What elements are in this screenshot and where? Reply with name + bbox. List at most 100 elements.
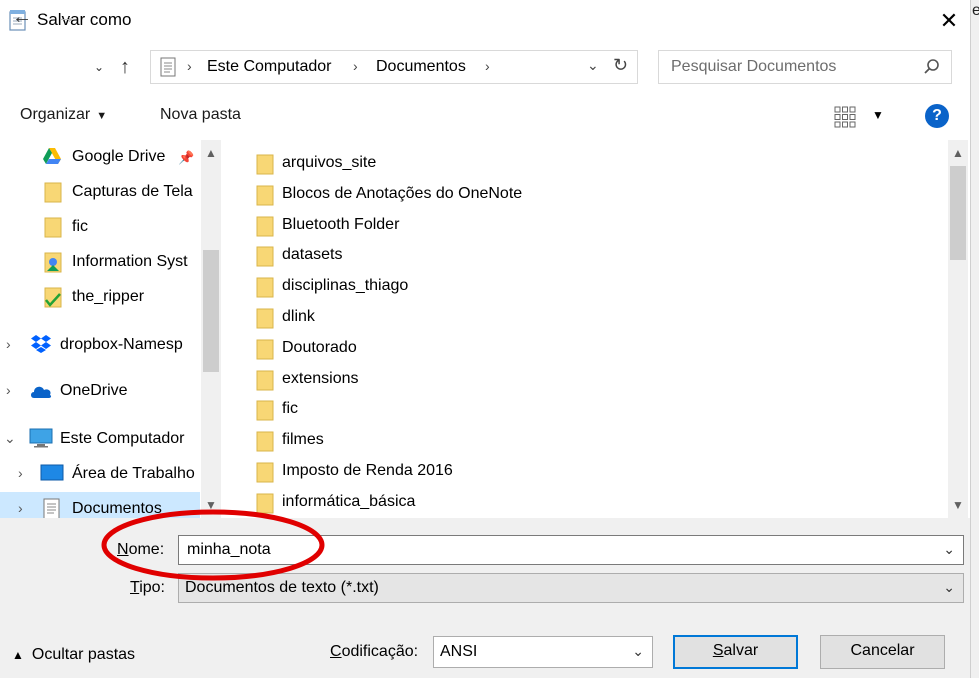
window-title: Salvar como [37,10,132,29]
documents-icon [43,498,60,518]
nav-item-label: Área de Trabalho [72,465,195,482]
folder-icon [256,462,274,483]
hide-folders-toggle[interactable]: ▲ Ocultar pastas [12,646,135,664]
file-name: Bluetooth Folder [282,215,400,233]
chevron-right-icon[interactable]: › [18,465,23,481]
arrow-up-icon: ↑ [120,56,130,78]
arrow-right-icon: → [56,6,76,28]
file-name: datasets [282,246,343,264]
nav-item-label: Capturas de Tela [72,183,193,200]
save-accesskey: S [712,642,724,659]
scrollbar-thumb[interactable] [950,166,966,260]
folder-sync-icon [44,252,62,273]
folder-icon [256,154,274,175]
encoding-label-text: odificação: [341,643,419,660]
encoding-value: ANSI [440,643,478,660]
folder-icon [256,308,274,329]
back-button[interactable]: ← [12,6,32,29]
encoding-label: Codificação: [330,643,418,661]
file-list-scrollbar[interactable]: ▲ ▼ [948,140,968,518]
scroll-up-icon[interactable]: ▲ [952,146,964,160]
scrollbar-thumb[interactable] [203,250,219,372]
caret-down-icon: ▼ [96,110,108,122]
nav-item-the-ripper[interactable]: the_ripper [0,280,200,314]
refresh-button[interactable]: ↻ [613,55,628,76]
close-button[interactable]: ✕ [932,6,966,36]
address-bar[interactable]: › Este Computador › Documentos › ⌄ ↻ [150,50,638,84]
folder-icon [44,182,62,203]
address-history-dropdown[interactable]: ⌄ [587,57,599,74]
desktop-icon [40,464,64,481]
file-name: fic [282,400,298,418]
nav-item-capturas-de-tela[interactable]: Capturas de Tela [0,175,200,209]
refresh-icon: ↻ [613,55,629,75]
breadcrumb-documentos[interactable]: Documentos [376,58,466,76]
documents-icon [160,57,176,77]
forward-button[interactable]: → [56,6,76,29]
arrow-left-icon: ← [12,6,32,28]
nav-item-dropbox[interactable]: › dropbox-Namesp [0,328,200,362]
chevron-down-icon: ⌄ [587,57,599,73]
folder-icon [256,246,274,267]
recent-locations-button[interactable]: ⌄ [94,60,104,74]
chevron-down-icon[interactable]: ⌄ [4,430,16,447]
file-name: filmes [282,431,324,449]
chevron-down-icon[interactable]: ⌄ [943,541,955,558]
new-folder-button[interactable]: Nova pasta [160,106,241,124]
onedrive-cloud-icon [31,386,52,398]
file-name: arquivos_site [282,154,377,171]
file-name: Blocos de Anotações do OneNote [282,184,523,202]
breadcrumb-separator[interactable]: › [485,58,490,74]
nav-item-fic[interactable]: fic [0,210,200,244]
folder-icon [256,277,274,298]
up-button[interactable]: ↑ [120,56,130,79]
nav-item-label: the_ripper [72,288,145,305]
file-name: Doutorado [282,338,357,356]
breadcrumb-separator[interactable]: › [187,58,192,74]
caret-up-icon: ▲ [12,648,24,662]
folder-icon [256,400,274,421]
save-button[interactable]: Salvar [673,635,798,669]
organize-label: Organizar [20,106,91,123]
chevron-down-icon[interactable]: ⌄ [943,579,955,596]
chevron-right-icon[interactable]: › [6,336,11,352]
red-annotation-ellipse [101,509,325,581]
view-options-dropdown[interactable]: ▼ [872,108,884,122]
nav-item-label: OneDrive [60,382,128,399]
scroll-up-icon[interactable]: ▲ [205,146,217,160]
cancel-button[interactable]: Cancelar [820,635,945,669]
dropbox-icon [31,335,51,353]
title-bar: Salvar como ✕ [0,0,970,42]
file-name: disciplinas_thiago [282,277,409,295]
search-box[interactable]: Pesquisar Documentos [658,50,952,84]
save-label: alvar [723,642,759,659]
chevron-right-icon[interactable]: › [18,500,23,516]
nav-item-este-computador[interactable]: ⌄ Este Computador [0,422,200,456]
nav-item-area-de-trabalho[interactable]: › Área de Trabalho [0,457,200,491]
computer-icon [29,428,53,448]
navigation-pane-scrollbar[interactable]: ▲ ▼ [201,140,221,518]
nav-item-label: Google Drive [72,148,166,165]
breadcrumb-este-computador[interactable]: Este Computador [207,58,332,76]
nav-item-information-syst[interactable]: Information Syst [0,245,200,279]
scroll-down-icon[interactable]: ▼ [952,498,964,512]
google-drive-icon [43,148,61,164]
encoding-select[interactable]: ANSI ⌄ [433,636,653,668]
help-button[interactable]: ? [925,104,949,128]
nav-item-google-drive[interactable]: Google Drive 📌 [0,140,200,174]
search-placeholder: Pesquisar Documentos [671,58,837,75]
background-window-text: e [972,2,979,19]
file-name: dlink [282,308,315,325]
folder-icon [256,216,274,237]
help-icon: ? [932,107,942,124]
view-options-icon[interactable] [834,106,856,128]
folder-check-icon [44,287,62,308]
breadcrumb-separator[interactable]: › [353,58,358,74]
chevron-down-icon[interactable]: ⌄ [632,643,644,660]
pin-icon: 📌 [178,150,195,165]
search-icon [924,59,939,74]
chevron-right-icon[interactable]: › [6,382,11,398]
file-list: arquivos_site Blocos de Anotações do OneN… [228,140,948,518]
nav-item-onedrive[interactable]: › OneDrive [0,374,200,408]
organize-button[interactable]: Organizar ▼ [20,106,107,124]
